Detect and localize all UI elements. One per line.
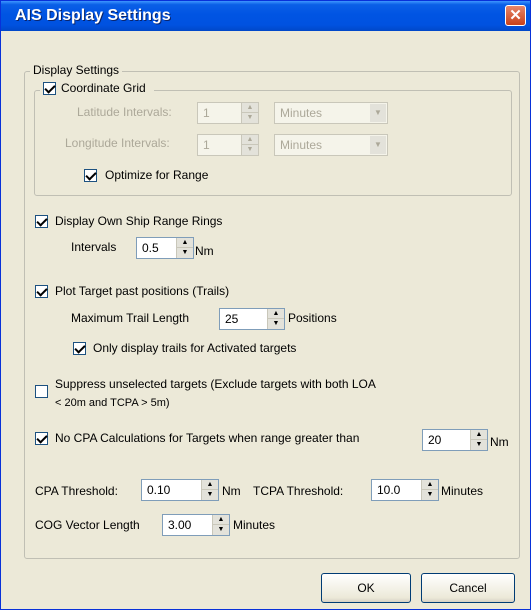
spin-down-icon[interactable]: ▼	[268, 319, 284, 329]
optimize-for-range-checkbox[interactable]	[84, 169, 97, 182]
cog-vector-length-label: COG Vector Length	[35, 518, 140, 532]
longitude-intervals-label: Longitude Intervals:	[65, 136, 170, 150]
spin-down-icon[interactable]: ▼	[422, 490, 438, 500]
spin-buttons[interactable]: ▲ ▼	[241, 103, 258, 123]
activated-trails-checkbox[interactable]	[73, 342, 86, 355]
spin-up-icon[interactable]: ▲	[213, 515, 229, 525]
latitude-unit-select[interactable]: Minutes ▼	[274, 102, 388, 124]
range-rings-intervals-value: 0.5	[142, 241, 159, 255]
range-rings-checkbox[interactable]	[35, 215, 48, 228]
trails-checkbox[interactable]	[35, 285, 48, 298]
window-title: AIS Display Settings	[15, 7, 171, 24]
suppress-unselected-checkbox[interactable]	[35, 385, 48, 398]
longitude-unit-select[interactable]: Minutes ▼	[274, 134, 388, 156]
spin-down-icon[interactable]: ▼	[213, 525, 229, 535]
spin-down-icon[interactable]: ▼	[202, 490, 218, 500]
spin-up-icon[interactable]: ▲	[242, 103, 258, 113]
cog-vector-length-spinner[interactable]: 3.00 ▲ ▼	[162, 514, 230, 536]
max-trail-length-label: Maximum Trail Length	[71, 311, 190, 325]
suppress-unselected-label-line1: Suppress unselected targets (Exclude tar…	[55, 377, 376, 391]
no-cpa-unit: Nm	[490, 435, 509, 449]
trails-label: Plot Target past positions (Trails)	[55, 284, 230, 298]
longitude-unit-value: Minutes	[280, 138, 323, 152]
spin-down-icon[interactable]: ▼	[242, 145, 258, 155]
latitude-intervals-label: Latitude Intervals:	[77, 105, 172, 119]
max-trail-length-unit: Positions	[288, 311, 337, 325]
cancel-button[interactable]: Cancel	[421, 573, 515, 603]
cpa-threshold-spinner[interactable]: 0.10 ▲ ▼	[141, 479, 219, 501]
ok-button[interactable]: OK	[321, 573, 411, 603]
max-trail-length-value: 25	[225, 312, 239, 326]
spin-up-icon[interactable]: ▲	[422, 480, 438, 490]
cpa-threshold-label: CPA Threshold:	[35, 484, 118, 498]
no-cpa-range-spinner[interactable]: 20 ▲ ▼	[422, 429, 488, 451]
tcpa-threshold-value: 10.0	[377, 483, 401, 497]
ais-display-settings-dialog: AIS Display Settings ✕ Display Settings …	[0, 0, 531, 610]
spin-buttons[interactable]: ▲ ▼	[176, 238, 193, 258]
spin-up-icon[interactable]: ▲	[242, 135, 258, 145]
close-icon: ✕	[509, 7, 522, 24]
spin-down-icon[interactable]: ▼	[471, 440, 487, 450]
spin-up-icon[interactable]: ▲	[471, 430, 487, 440]
range-rings-intervals-spinner[interactable]: 0.5 ▲ ▼	[136, 237, 194, 259]
tcpa-threshold-spinner[interactable]: 10.0 ▲ ▼	[371, 479, 439, 501]
no-cpa-checkbox[interactable]	[35, 432, 48, 445]
spin-buttons[interactable]: ▲ ▼	[201, 480, 218, 500]
latitude-unit-value: Minutes	[280, 106, 323, 120]
spin-buttons[interactable]: ▲ ▼	[267, 309, 284, 329]
cpa-threshold-value: 0.10	[147, 483, 171, 497]
tcpa-threshold-unit: Minutes	[441, 484, 484, 498]
coordinate-grid-checkbox[interactable]	[43, 82, 56, 95]
title-bar[interactable]: AIS Display Settings ✕	[1, 1, 530, 31]
cog-vector-length-value: 3.00	[168, 518, 192, 532]
max-trail-length-spinner[interactable]: 25 ▲ ▼	[219, 308, 285, 330]
spin-buttons[interactable]: ▲ ▼	[470, 430, 487, 450]
spin-buttons[interactable]: ▲ ▼	[241, 135, 258, 155]
tcpa-threshold-label: TCPA Threshold:	[253, 484, 344, 498]
cpa-threshold-unit: Nm	[222, 484, 241, 498]
optimize-for-range-label: Optimize for Range	[105, 168, 209, 182]
spin-down-icon[interactable]: ▼	[242, 113, 258, 123]
spin-down-icon[interactable]: ▼	[177, 248, 193, 258]
no-cpa-range-value: 20	[428, 433, 442, 447]
cog-vector-length-unit: Minutes	[233, 518, 276, 532]
spin-buttons[interactable]: ▲ ▼	[421, 480, 438, 500]
range-rings-label: Display Own Ship Range Rings	[55, 214, 223, 228]
suppress-unselected-label-line2: < 20m and TCPA > 5m)	[55, 397, 170, 409]
coordinate-grid-header: Coordinate Grid	[40, 81, 154, 97]
spin-up-icon[interactable]: ▲	[177, 238, 193, 248]
no-cpa-label: No CPA Calculations for Targets when ran…	[55, 431, 360, 445]
spin-buttons[interactable]: ▲ ▼	[212, 515, 229, 535]
spin-up-icon[interactable]: ▲	[202, 480, 218, 490]
range-rings-unit: Nm	[195, 244, 214, 258]
chevron-down-icon[interactable]: ▼	[370, 104, 386, 122]
display-settings-legend: Display Settings	[30, 63, 123, 77]
chevron-down-icon[interactable]: ▼	[370, 136, 386, 154]
longitude-intervals-value: 1	[203, 138, 210, 152]
close-button[interactable]: ✕	[505, 5, 526, 26]
longitude-intervals-spinner[interactable]: 1 ▲ ▼	[197, 134, 259, 156]
coordinate-grid-label: Coordinate Grid	[61, 81, 146, 95]
spin-up-icon[interactable]: ▲	[268, 309, 284, 319]
range-rings-intervals-label: Intervals	[71, 240, 117, 254]
activated-trails-label: Only display trails for Activated target…	[93, 341, 297, 355]
latitude-intervals-value: 1	[203, 106, 210, 120]
latitude-intervals-spinner[interactable]: 1 ▲ ▼	[197, 102, 259, 124]
